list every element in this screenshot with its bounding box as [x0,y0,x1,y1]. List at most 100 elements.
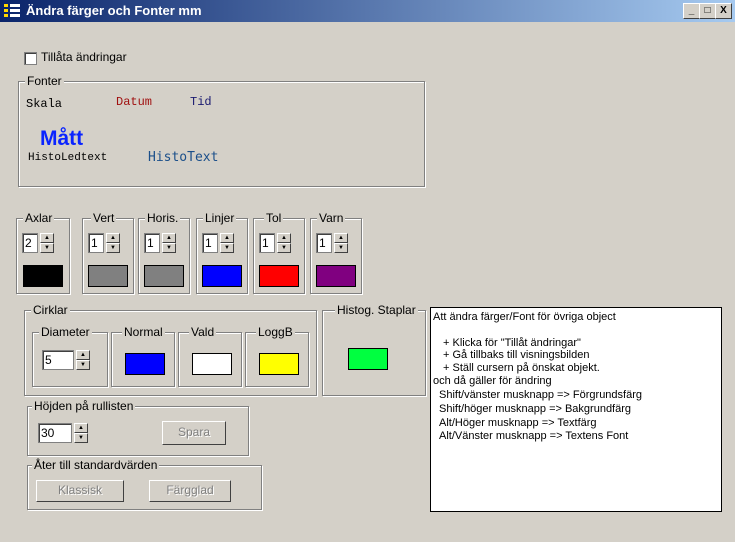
linjer-spin-value[interactable]: 1 [202,233,218,253]
vert-spin-buttons[interactable]: ▲ ▼ [106,233,120,253]
defaults-group: Åter till standardvärden Klassisk Färggl… [27,458,262,510]
spin-up-icon[interactable]: ▲ [220,233,234,243]
maximize-button[interactable]: □ [699,3,716,19]
varn-spin-buttons[interactable]: ▲ ▼ [334,233,348,253]
linjer-spin-buttons[interactable]: ▲ ▼ [220,233,234,253]
vert-spinner[interactable]: 1 ▲ ▼ [88,233,122,253]
help-line: Shift/vänster musknapp => Förgrundsfärg [439,389,642,401]
diameter-spin-buttons[interactable]: ▲ ▼ [76,350,90,370]
scroll-height-group: Höjden på rullisten 30 ▲ ▼ Spara [27,399,249,456]
spin-up-icon[interactable]: ▲ [76,350,90,360]
title-bar[interactable]: Ändra färger och Fonter mm _ □ X [0,0,735,22]
font-sample-histotext[interactable]: HistoText [148,150,218,165]
font-sample-datum[interactable]: Datum [116,95,152,109]
axes-group-linjer: Linjer 1 ▲ ▼ [196,211,248,294]
vert-label: Vert [91,211,117,225]
save-button[interactable]: Spara [162,421,226,445]
varn-spin-value[interactable]: 1 [316,233,332,253]
spin-down-icon[interactable]: ▼ [162,243,176,253]
axes-group-horis: Horis. 1 ▲ ▼ [138,211,190,294]
fonts-group: Fonter Skala Datum Tid Mått HistoLedtext… [18,74,425,187]
minimize-button[interactable]: _ [683,3,700,19]
axlar-color-swatch[interactable] [23,265,63,287]
spin-up-icon[interactable]: ▲ [277,233,291,243]
histog-group: Histog. Staplar [322,303,426,396]
close-button[interactable]: X [715,3,732,19]
horis-color-swatch[interactable] [144,265,184,287]
help-line: Alt/Vänster musknapp => Textens Font [439,430,629,442]
allow-changes-checkbox[interactable] [24,52,37,65]
spin-down-icon[interactable]: ▼ [74,433,88,443]
settings-window: Ändra färger och Fonter mm _ □ X Tillåta… [0,0,735,542]
vert-spin-value[interactable]: 1 [88,233,104,253]
help-text-box: Att ändra färger/Font för övriga object … [430,307,722,512]
help-line: och då gäller för ändring [433,375,552,387]
histog-color-swatch[interactable] [348,348,388,370]
spin-up-icon[interactable]: ▲ [40,233,54,243]
spin-up-icon[interactable]: ▲ [106,233,120,243]
help-line: + Gå tillbaks till visningsbilden [443,349,590,361]
defaults-label: Åter till standardvärden [32,458,160,472]
spin-up-icon[interactable]: ▲ [74,423,88,433]
font-sample-histoledtext[interactable]: HistoLedtext [28,152,107,164]
allow-changes-label: Tillåta ändringar [41,50,127,64]
axlar-spinner[interactable]: 2 ▲ ▼ [22,233,56,253]
spin-down-icon[interactable]: ▼ [106,243,120,253]
spin-down-icon[interactable]: ▼ [220,243,234,253]
varn-label: Varn [317,211,346,225]
horis-label: Horis. [145,211,181,225]
colorful-button[interactable]: Färgglad [149,480,231,502]
axlar-spin-value[interactable]: 2 [22,233,38,253]
axlar-label: Axlar [23,211,55,225]
spin-down-icon[interactable]: ▼ [76,360,90,370]
vald-group: Vald [178,325,242,387]
circles-group: Cirklar Diameter 5 ▲ ▼ Normal Vald LoggB [24,303,317,396]
window-title: Ändra färger och Fonter mm [26,3,202,18]
fonts-group-title: Fonter [25,74,64,88]
font-sample-skala[interactable]: Skala [26,97,62,111]
horis-spinner[interactable]: 1 ▲ ▼ [144,233,178,253]
diameter-group: Diameter 5 ▲ ▼ [32,325,108,387]
spin-up-icon[interactable]: ▲ [162,233,176,243]
tol-spin-buttons[interactable]: ▲ ▼ [277,233,291,253]
horis-spin-buttons[interactable]: ▲ ▼ [162,233,176,253]
loggb-color-swatch[interactable] [259,353,299,375]
diameter-spin-value[interactable]: 5 [42,350,74,370]
varn-spinner[interactable]: 1 ▲ ▼ [316,233,350,253]
scroll-height-spinner[interactable]: 30 ▲ ▼ [38,423,90,443]
circles-group-title: Cirklar [31,303,70,317]
spin-up-icon[interactable]: ▲ [334,233,348,243]
help-line: + Klicka för "Tillåt ändringar" [443,337,581,349]
help-line: + Ställ cursern på önskat objekt. [443,362,600,374]
histog-label: Histog. Staplar [335,303,418,317]
horis-spin-value[interactable]: 1 [144,233,160,253]
vald-label: Vald [189,325,217,339]
tol-spin-value[interactable]: 1 [259,233,275,253]
vald-color-swatch[interactable] [192,353,232,375]
axes-group-tol: Tol 1 ▲ ▼ [253,211,305,294]
normal-label: Normal [122,325,165,339]
linjer-color-swatch[interactable] [202,265,242,287]
spin-down-icon[interactable]: ▼ [277,243,291,253]
tol-color-swatch[interactable] [259,265,299,287]
classic-button[interactable]: Klassisk [36,480,124,502]
varn-color-swatch[interactable] [316,265,356,287]
font-sample-tid[interactable]: Tid [190,95,212,109]
diameter-label: Diameter [39,325,92,339]
linjer-spinner[interactable]: 1 ▲ ▼ [202,233,236,253]
vert-color-swatch[interactable] [88,265,128,287]
tol-spinner[interactable]: 1 ▲ ▼ [259,233,293,253]
scroll-height-spin-buttons[interactable]: ▲ ▼ [74,423,88,443]
help-line: Alt/Höger musknapp => Textfärg [439,417,597,429]
normal-color-swatch[interactable] [125,353,165,375]
app-icon [4,3,20,18]
linjer-label: Linjer [203,211,237,225]
spin-down-icon[interactable]: ▼ [40,243,54,253]
axes-group-varn: Varn 1 ▲ ▼ [310,211,362,294]
axlar-spin-buttons[interactable]: ▲ ▼ [40,233,54,253]
diameter-spinner[interactable]: 5 ▲ ▼ [42,350,90,370]
spin-down-icon[interactable]: ▼ [334,243,348,253]
loggb-label: LoggB [256,325,295,339]
font-sample-matt[interactable]: Mått [40,127,83,151]
scroll-height-value[interactable]: 30 [38,423,72,443]
